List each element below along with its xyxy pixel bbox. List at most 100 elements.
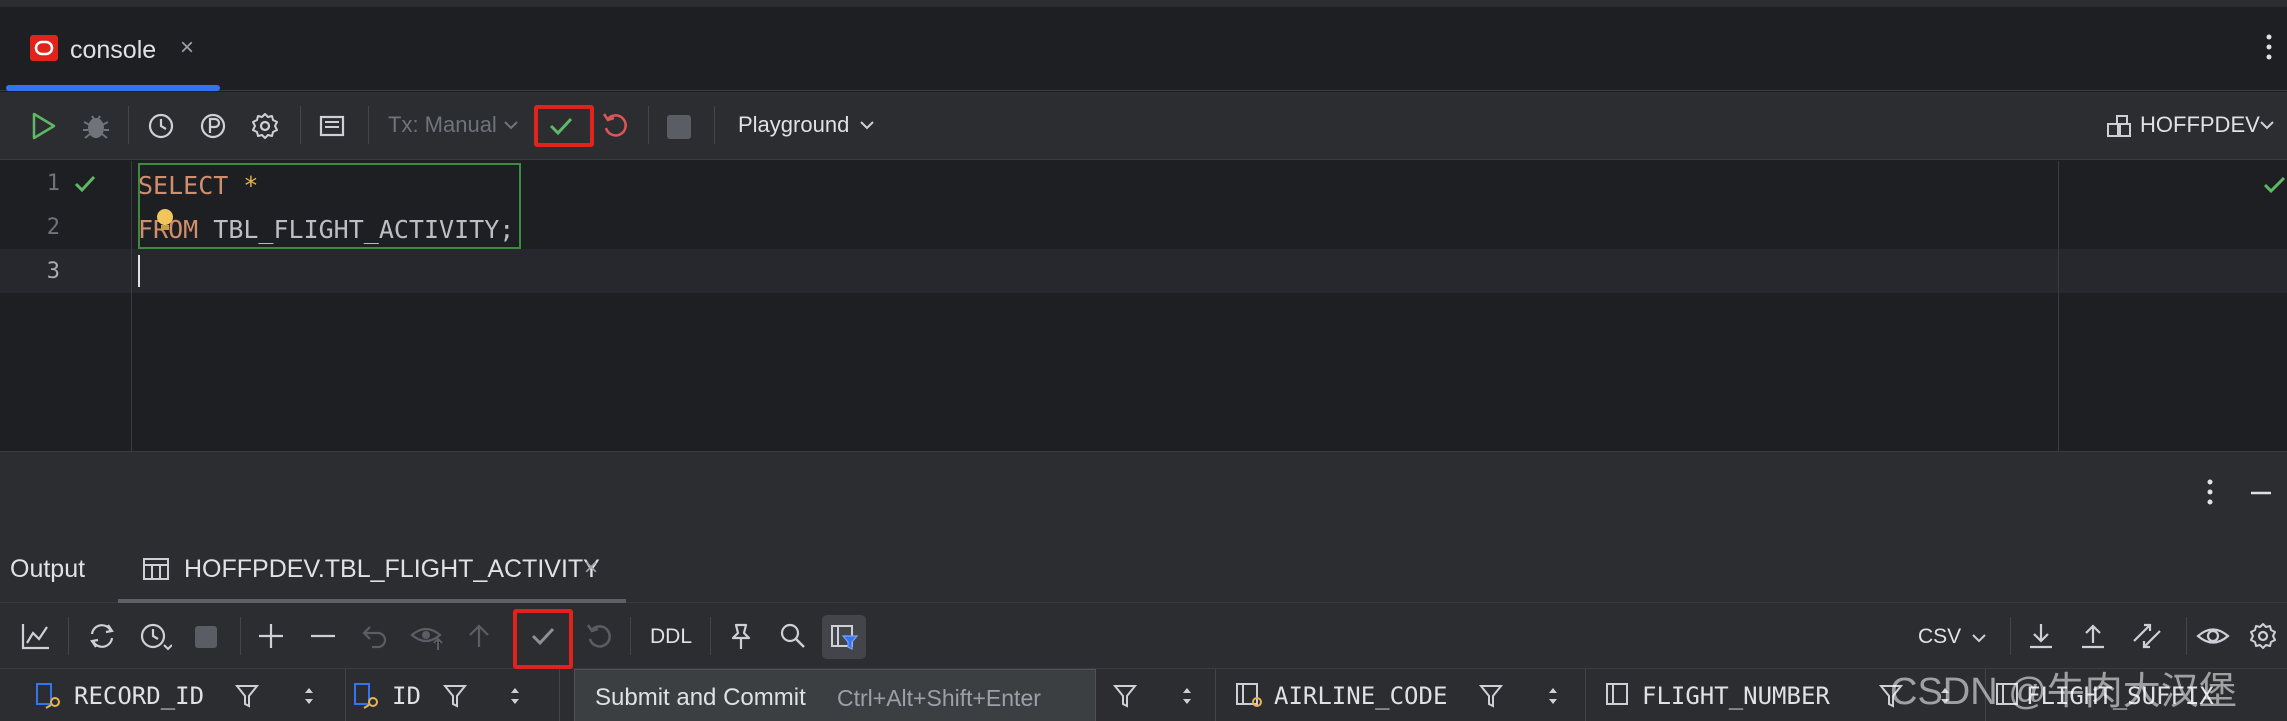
pin-icon[interactable]	[726, 621, 756, 651]
explain-plan-icon[interactable]	[198, 111, 228, 141]
key-column-icon	[34, 681, 64, 709]
tab-close-icon[interactable]: ×	[584, 554, 598, 582]
datasource-selector[interactable]: HOFFPDEV	[2140, 112, 2260, 138]
column-header-id[interactable]: ID	[346, 669, 560, 721]
revert-icon[interactable]	[360, 621, 390, 651]
sql-keyword: SELECT	[138, 171, 229, 200]
add-row-icon[interactable]	[256, 621, 286, 651]
sort-icon[interactable]	[508, 685, 522, 707]
tab-output[interactable]: Output	[10, 555, 85, 584]
more-options-icon[interactable]	[2247, 7, 2287, 91]
rollback-icon[interactable]	[600, 110, 630, 140]
chevron-down-icon	[858, 116, 876, 134]
table-icon	[142, 557, 170, 581]
history-icon[interactable]	[138, 621, 172, 653]
column-name: ID	[392, 682, 421, 710]
toolbar-separator	[714, 106, 715, 144]
line-number: 1	[46, 171, 60, 196]
sql-editor[interactable]: 1 2 3 SELECT * FROM TBL_FLIGHT_ACTIVITY;	[0, 161, 2287, 451]
history-icon[interactable]	[146, 111, 176, 141]
line-number: 3	[46, 259, 60, 284]
filter-toggle-button[interactable]	[822, 615, 866, 659]
sql-text: TBL_FLIGHT_ACTIVITY;	[198, 215, 515, 244]
toolbar-separator	[368, 106, 369, 144]
debug-icon[interactable]	[80, 110, 112, 142]
tab-table-result[interactable]: HOFFPDEV.TBL_FLIGHT_ACTIVITY ×	[118, 533, 626, 603]
toolbar-separator	[2186, 617, 2187, 655]
column-icon	[1604, 681, 1634, 709]
tx-mode-dropdown[interactable]: Tx: Manual	[388, 112, 497, 138]
toolbar-separator	[128, 106, 129, 144]
preview-changes-icon[interactable]	[410, 621, 444, 651]
editor-toolbar: Tx: Manual Playground HOFFPDEV	[0, 92, 2287, 160]
line-number: 2	[46, 215, 60, 240]
view-layout-icon[interactable]	[318, 112, 346, 140]
settings-icon[interactable]	[2248, 621, 2278, 651]
code-line-1[interactable]: SELECT *	[138, 171, 258, 200]
refresh-icon[interactable]	[86, 621, 118, 651]
filter-icon[interactable]	[234, 683, 260, 709]
tooltip-title: Submit and Commit	[595, 684, 806, 711]
view-icon[interactable]	[2196, 623, 2230, 649]
rollback-icon[interactable]	[584, 621, 614, 651]
filter-icon[interactable]	[1478, 683, 1504, 709]
tooltip-shortcut: Ctrl+Alt+Shift+Enter	[837, 685, 1041, 711]
settings-icon[interactable]	[250, 111, 280, 141]
column-header-airline-code[interactable]: AIRLINE_CODE	[1216, 669, 1586, 721]
toolbar-separator	[710, 617, 711, 655]
tab-table-label: HOFFPDEV.TBL_FLIGHT_ACTIVITY	[184, 555, 600, 583]
chevron-down-icon	[502, 116, 520, 134]
panel-divider	[0, 451, 2287, 533]
ddl-button[interactable]: DDL	[650, 625, 692, 649]
results-tab-bar: Output HOFFPDEV.TBL_FLIGHT_ACTIVITY ×	[0, 533, 2287, 603]
run-icon[interactable]	[28, 111, 58, 141]
playground-dropdown[interactable]: Playground	[738, 112, 849, 138]
toolbar-separator	[300, 106, 301, 144]
sort-icon[interactable]	[302, 685, 316, 707]
tab-console-label: console	[70, 36, 157, 64]
right-margin-guide	[2058, 161, 2059, 451]
search-icon[interactable]	[778, 621, 808, 651]
toolbar-separator	[68, 617, 69, 655]
more-options-icon[interactable]	[2198, 472, 2222, 512]
submit-icon[interactable]	[464, 621, 494, 651]
filter-icon[interactable]	[1112, 683, 1138, 709]
tab-close-icon[interactable]: ×	[180, 36, 194, 60]
compare-icon[interactable]	[2130, 621, 2164, 651]
current-line-highlight	[0, 249, 2287, 293]
watermark: CSDN @牛肉大汉堡	[1890, 671, 2237, 713]
toolbar-separator	[648, 106, 649, 144]
active-tab-indicator	[6, 85, 220, 91]
upload-icon[interactable]	[2078, 621, 2108, 651]
inspection-ok-icon	[2262, 173, 2287, 197]
editor-gutter: 1 2 3	[0, 161, 132, 451]
column-name: AIRLINE_CODE	[1274, 682, 1448, 710]
intention-bulb-icon[interactable]	[154, 207, 176, 233]
filter-icon[interactable]	[442, 683, 468, 709]
chevron-down-icon	[2258, 116, 2276, 134]
column-header-record-id[interactable]: RECORD_ID	[0, 669, 346, 721]
code-line-2[interactable]: FROM TBL_FLIGHT_ACTIVITY;	[138, 215, 514, 244]
toolbar-separator	[630, 617, 631, 655]
toolbar-separator	[2010, 617, 2011, 655]
chart-icon[interactable]	[20, 621, 52, 651]
stop-icon[interactable]	[666, 114, 692, 140]
submit-commit-highlight-box	[513, 609, 573, 669]
key-column-icon	[352, 681, 382, 709]
download-icon[interactable]	[2026, 621, 2056, 651]
minimize-icon[interactable]	[2248, 480, 2274, 506]
commit-highlight-box	[534, 105, 594, 147]
chevron-down-icon	[1970, 629, 1988, 647]
oracle-db-icon	[30, 35, 58, 61]
delete-row-icon[interactable]	[308, 621, 338, 651]
statement-ok-check-icon	[72, 171, 98, 197]
filter-panel-icon	[829, 622, 859, 652]
stop-icon[interactable]	[194, 625, 218, 649]
sort-icon[interactable]	[1180, 685, 1194, 707]
toolbar-separator	[240, 617, 241, 655]
export-format-dropdown[interactable]: CSV	[1918, 625, 1961, 649]
column-name: RECORD_ID	[74, 682, 205, 710]
column-icon	[1234, 681, 1264, 709]
sort-icon[interactable]	[1546, 685, 1560, 707]
schema-icon	[2106, 114, 2134, 140]
